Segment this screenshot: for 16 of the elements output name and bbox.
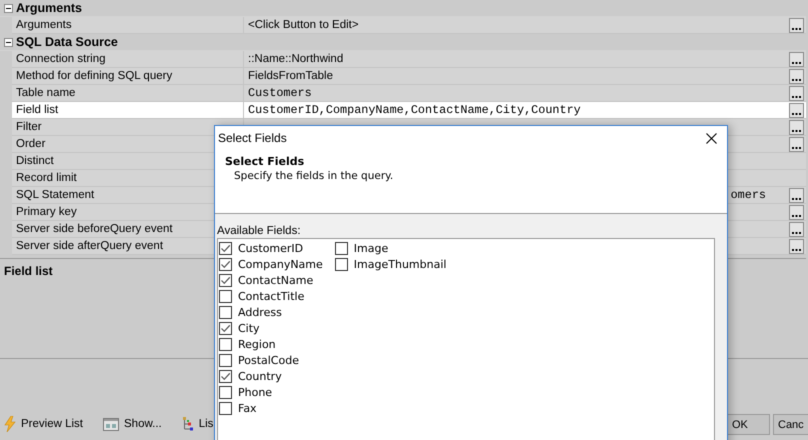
property-name: Method for defining SQL query — [12, 68, 244, 84]
description-title: Field list — [4, 264, 53, 278]
dialog-heading: Select Fields — [225, 155, 304, 168]
property-value: <Click Button to Edit> — [248, 18, 359, 33]
property-value: Customers — [248, 85, 312, 101]
category-title: SQL Data Source — [16, 34, 118, 50]
property-value: FieldsFromTable — [248, 69, 333, 84]
property-value: omers — [730, 187, 766, 203]
category-title: Arguments — [16, 0, 82, 16]
property-name: Table name — [12, 85, 244, 101]
property-name: Arguments — [12, 17, 244, 33]
property-value: CustomerID,CompanyName,ContactName,City,Country — [248, 102, 581, 118]
property-value: ::Name::Northwind — [248, 52, 344, 67]
fields-label: Available Fields: — [217, 225, 302, 237]
property-name: Connection string — [12, 51, 244, 67]
property-name: Field list — [12, 102, 244, 118]
